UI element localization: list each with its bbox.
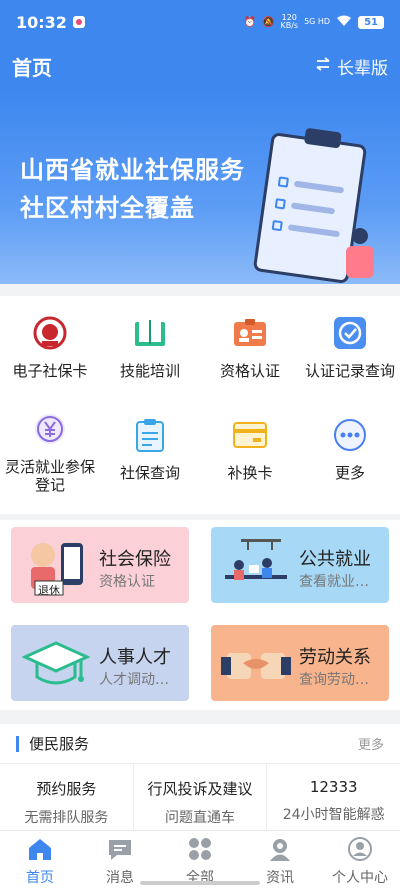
retiree-tag: 退休 <box>38 584 60 597</box>
grid-item-qualification-cert[interactable]: 资格认证 <box>200 316 300 380</box>
battery-level: 51 <box>358 15 384 29</box>
grid-icon <box>186 835 214 863</box>
home-indicator[interactable] <box>140 881 260 885</box>
social-security-card-icon <box>33 316 67 350</box>
service-title: 12333 <box>309 778 358 796</box>
service-hotline[interactable]: 12333 24小时智能解惑 <box>267 764 400 830</box>
grid-item-flexible-employment[interactable]: 灵活就业参保登记 <box>0 412 100 494</box>
banner-headline-1: 山西省就业社保服务 <box>20 156 245 184</box>
card-title: 公共就业 <box>299 549 371 570</box>
bottom-tab-bar: 首页 消息 全部 资讯 个人中心 <box>0 830 400 889</box>
grid-item-label: 资格认证 <box>219 362 280 380</box>
handshake-illustration <box>221 633 291 695</box>
service-complaint[interactable]: 行风投诉及建议 问题直通车 <box>134 764 268 830</box>
section-header: 便民服务 更多 <box>0 724 400 764</box>
verified-badge-icon <box>333 316 367 350</box>
more-link[interactable]: 更多 <box>358 734 384 753</box>
grid-item-more[interactable]: 更多 <box>300 418 400 482</box>
grid-item-skill-training[interactable]: 技能培训 <box>100 316 200 380</box>
page-title: 首页 <box>12 55 52 80</box>
card-personnel-talent[interactable]: 人事人才 人才调动… <box>11 625 189 701</box>
grid-item-label: 灵活就业参保登记 <box>4 458 95 494</box>
person-illustration <box>340 228 380 278</box>
service-appointment[interactable]: 预约服务 无需排队服务 <box>0 764 134 830</box>
retiree-illustration: 退休 <box>21 535 91 597</box>
service-desc: 无需排队服务 <box>24 810 109 826</box>
card-icon <box>233 418 267 452</box>
grid-item-social-security-query[interactable]: 社保查询 <box>100 418 200 482</box>
tab-profile[interactable]: 个人中心 <box>320 831 400 889</box>
home-icon <box>26 835 54 863</box>
convenience-services: 便民服务 更多 预约服务 无需排队服务 行风投诉及建议 问题直通车 12333 … <box>0 724 400 830</box>
card-subtitle: 人才调动… <box>99 672 169 688</box>
card-subtitle: 查询劳动… <box>299 672 369 688</box>
tab-home[interactable]: 首页 <box>0 831 80 889</box>
card-subtitle: 资格认证 <box>99 574 155 590</box>
service-desc: 24小时智能解惑 <box>282 807 385 823</box>
grid-item-label: 电子社保卡 <box>12 362 88 380</box>
card-title: 社会保险 <box>99 549 171 570</box>
graduation-cap-illustration <box>21 633 91 695</box>
section-title: 便民服务 <box>29 735 90 753</box>
tab-label: 个人中心 <box>332 870 388 886</box>
tab-label: 首页 <box>26 870 54 886</box>
card-social-insurance[interactable]: 退休 社会保险 资格认证 <box>11 527 189 603</box>
net-speed: 120 KB/s <box>280 13 299 30</box>
elder-mode-label: 长辈版 <box>337 58 388 79</box>
swap-icon <box>315 56 331 76</box>
message-icon <box>106 835 134 863</box>
app-notification-icon <box>72 16 85 28</box>
section-accent-bar <box>16 735 19 752</box>
grid-item-card-replacement[interactable]: 补换卡 <box>200 418 300 482</box>
clipboard-icon <box>133 418 167 452</box>
elder-mode-button[interactable]: 长辈版 <box>315 54 388 79</box>
card-title: 人事人才 <box>99 647 171 668</box>
app-header: 首页 长辈版 <box>0 44 400 88</box>
card-labor-relations[interactable]: 劳动关系 查询劳动… <box>211 625 389 701</box>
mute-icon: 🔕 <box>262 16 275 28</box>
news-icon <box>266 835 294 863</box>
function-grid: 电子社保卡 技能培训 资格认证 认证记录查询 灵活就业参保登记 社保查询 补换卡… <box>0 296 400 514</box>
service-title: 行风投诉及建议 <box>147 780 253 798</box>
status-time: 10:32 <box>16 12 67 32</box>
grid-item-label: 技能培训 <box>119 362 180 380</box>
grid-item-e-social-card[interactable]: 电子社保卡 <box>0 316 100 380</box>
status-bar: 10:32 ⏰ 🔕 120 KB/s 5G HD 51 <box>0 0 400 44</box>
category-cards: 退休 社会保险 资格认证 公共就业 查看就业… 人事人才 人才调动… 劳动关系 … <box>0 520 400 710</box>
grid-item-label: 认证记录查询 <box>304 362 395 380</box>
service-title: 预约服务 <box>36 780 97 798</box>
office-illustration <box>221 535 291 597</box>
promo-banner[interactable]: 山西省就业社保服务 社区村村全覆盖 <box>0 88 400 284</box>
grid-item-label: 补换卡 <box>227 464 273 482</box>
yen-coin-icon <box>33 412 67 446</box>
card-subtitle: 查看就业… <box>299 574 369 590</box>
grid-item-label: 社保查询 <box>119 464 180 482</box>
service-desc: 问题直通车 <box>165 810 235 826</box>
card-title: 劳动关系 <box>299 647 371 668</box>
book-training-icon <box>133 316 167 350</box>
grid-item-label: 更多 <box>334 464 365 482</box>
status-indicators: ⏰ 🔕 120 KB/s 5G HD 51 <box>244 14 384 30</box>
more-icon <box>333 418 367 452</box>
user-icon <box>346 835 374 863</box>
banner-headline-2: 社区村村全覆盖 <box>20 194 195 222</box>
network-type: 5G HD <box>304 17 331 26</box>
card-public-employment[interactable]: 公共就业 查看就业… <box>211 527 389 603</box>
alarm-icon: ⏰ <box>243 16 256 28</box>
grid-item-cert-record-query[interactable]: 认证记录查询 <box>300 316 400 380</box>
wifi-icon <box>336 15 352 30</box>
id-card-icon <box>233 316 267 350</box>
